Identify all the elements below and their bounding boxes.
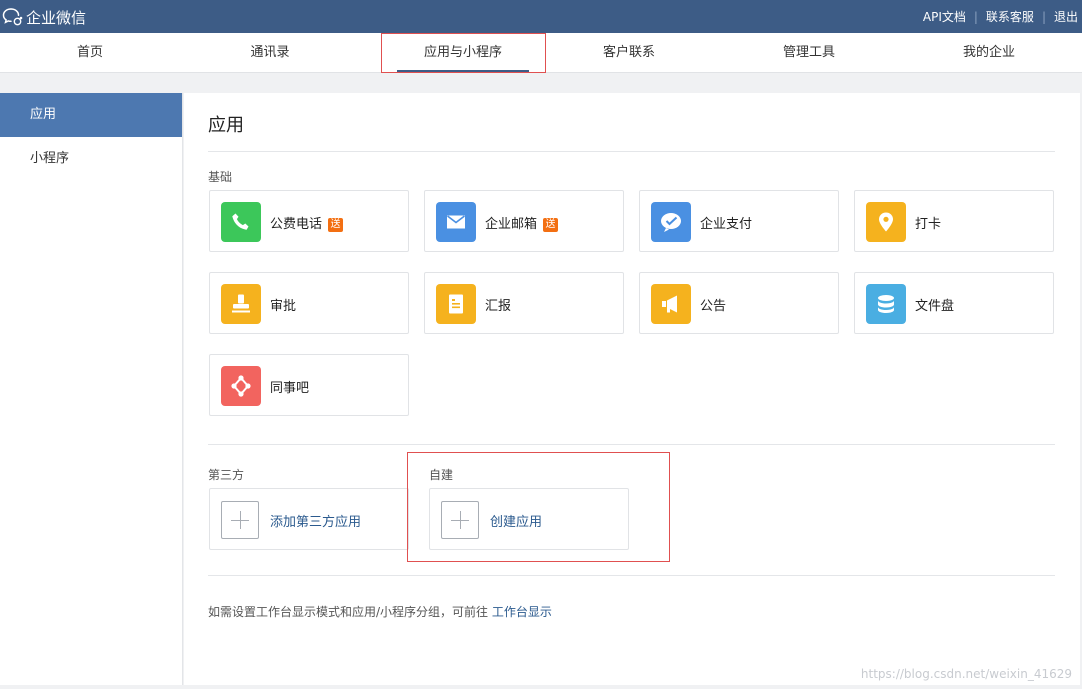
add-third-party-app-button[interactable]: 添加第三方应用 <box>209 488 409 550</box>
app-card-phone[interactable]: 公费电话送 <box>209 190 409 252</box>
separator: | <box>973 9 978 24</box>
page-title: 应用 <box>208 115 244 136</box>
app-label: 文件盘 <box>915 299 955 314</box>
main-nav: 首页 通讯录 应用与小程序 客户联系 管理工具 我的企业 <box>0 33 1082 73</box>
brand[interactable]: 企业微信 <box>2 6 86 28</box>
app-name: 企业邮箱 <box>485 217 538 232</box>
app-card-report[interactable]: 汇报 <box>424 272 624 334</box>
contact-support-link[interactable]: 联系客服 <box>986 8 1034 25</box>
sidebar-item-apps[interactable]: 应用 <box>0 93 182 137</box>
divider <box>208 575 1055 576</box>
phone-icon <box>221 202 261 242</box>
app-label: 审批 <box>270 299 297 314</box>
gift-badge: 送 <box>543 218 559 232</box>
watermark: https://blog.csdn.net/weixin_41629 <box>860 667 1072 681</box>
section-label-self-built: 自建 <box>429 468 454 482</box>
sidebar: 应用 小程序 <box>0 93 183 685</box>
divider <box>208 151 1055 152</box>
plus-icon <box>221 501 259 539</box>
workbench-display-link[interactable]: 工作台显示 <box>492 605 552 619</box>
app-card-mail[interactable]: 企业邮箱送 <box>424 190 624 252</box>
create-app-button[interactable]: 创建应用 <box>429 488 629 550</box>
megaphone-icon <box>651 284 691 324</box>
main-panel: 应用 基础 公费电话送 企业邮箱送 企业支付 打卡 审批 汇报 公告 文件盘 同… <box>184 93 1080 685</box>
app-card-approval[interactable]: 审批 <box>209 272 409 334</box>
stamp-icon <box>221 284 261 324</box>
nav-item-customer[interactable]: 客户联系 <box>539 33 719 73</box>
separator: | <box>1041 9 1046 24</box>
app-card-colleague[interactable]: 同事吧 <box>209 354 409 416</box>
database-icon <box>866 284 906 324</box>
add-third-party-label: 添加第三方应用 <box>270 515 362 530</box>
workbench-tip: 如需设置工作台显示模式和应用/小程序分组，可前往 工作台显示 <box>208 603 552 620</box>
plus-icon <box>441 501 479 539</box>
nav-item-contacts[interactable]: 通讯录 <box>180 33 360 73</box>
app-label: 打卡 <box>915 217 942 232</box>
divider <box>208 444 1055 445</box>
app-name: 公费电话 <box>270 217 323 232</box>
mail-icon <box>436 202 476 242</box>
top-links: API文档 | 联系客服 | 退出 <box>923 8 1078 25</box>
top-bar: 企业微信 API文档 | 联系客服 | 退出 <box>0 0 1082 33</box>
report-icon <box>436 284 476 324</box>
nav-item-apps[interactable]: 应用与小程序 <box>373 33 553 73</box>
app-card-payment[interactable]: 企业支付 <box>639 190 839 252</box>
app-label: 企业邮箱送 <box>485 213 559 232</box>
tip-text: 如需设置工作台显示模式和应用/小程序分组，可前往 <box>208 605 489 619</box>
app-label: 公告 <box>700 299 727 314</box>
location-pin-icon <box>866 202 906 242</box>
nav-item-home[interactable]: 首页 <box>0 33 180 73</box>
app-label: 汇报 <box>485 299 512 314</box>
app-label: 企业支付 <box>700 217 753 232</box>
app-card-files[interactable]: 文件盘 <box>854 272 1054 334</box>
sidebar-item-mini-programs[interactable]: 小程序 <box>0 137 182 181</box>
nav-item-company[interactable]: 我的企业 <box>899 33 1079 73</box>
gift-badge: 送 <box>328 218 344 232</box>
app-card-announcement[interactable]: 公告 <box>639 272 839 334</box>
app-label: 同事吧 <box>270 381 310 396</box>
app-label: 公费电话送 <box>270 213 344 232</box>
wecom-logo-icon <box>2 8 23 26</box>
payment-icon <box>651 202 691 242</box>
create-app-label: 创建应用 <box>490 515 543 530</box>
logout-link[interactable]: 退出 <box>1054 8 1078 25</box>
network-icon <box>221 366 261 406</box>
api-docs-link[interactable]: API文档 <box>923 8 966 25</box>
nav-item-tools[interactable]: 管理工具 <box>719 33 899 73</box>
section-label-third-party: 第三方 <box>208 468 245 482</box>
app-card-checkin[interactable]: 打卡 <box>854 190 1054 252</box>
section-label-basic: 基础 <box>208 170 233 184</box>
brand-name: 企业微信 <box>26 8 87 27</box>
